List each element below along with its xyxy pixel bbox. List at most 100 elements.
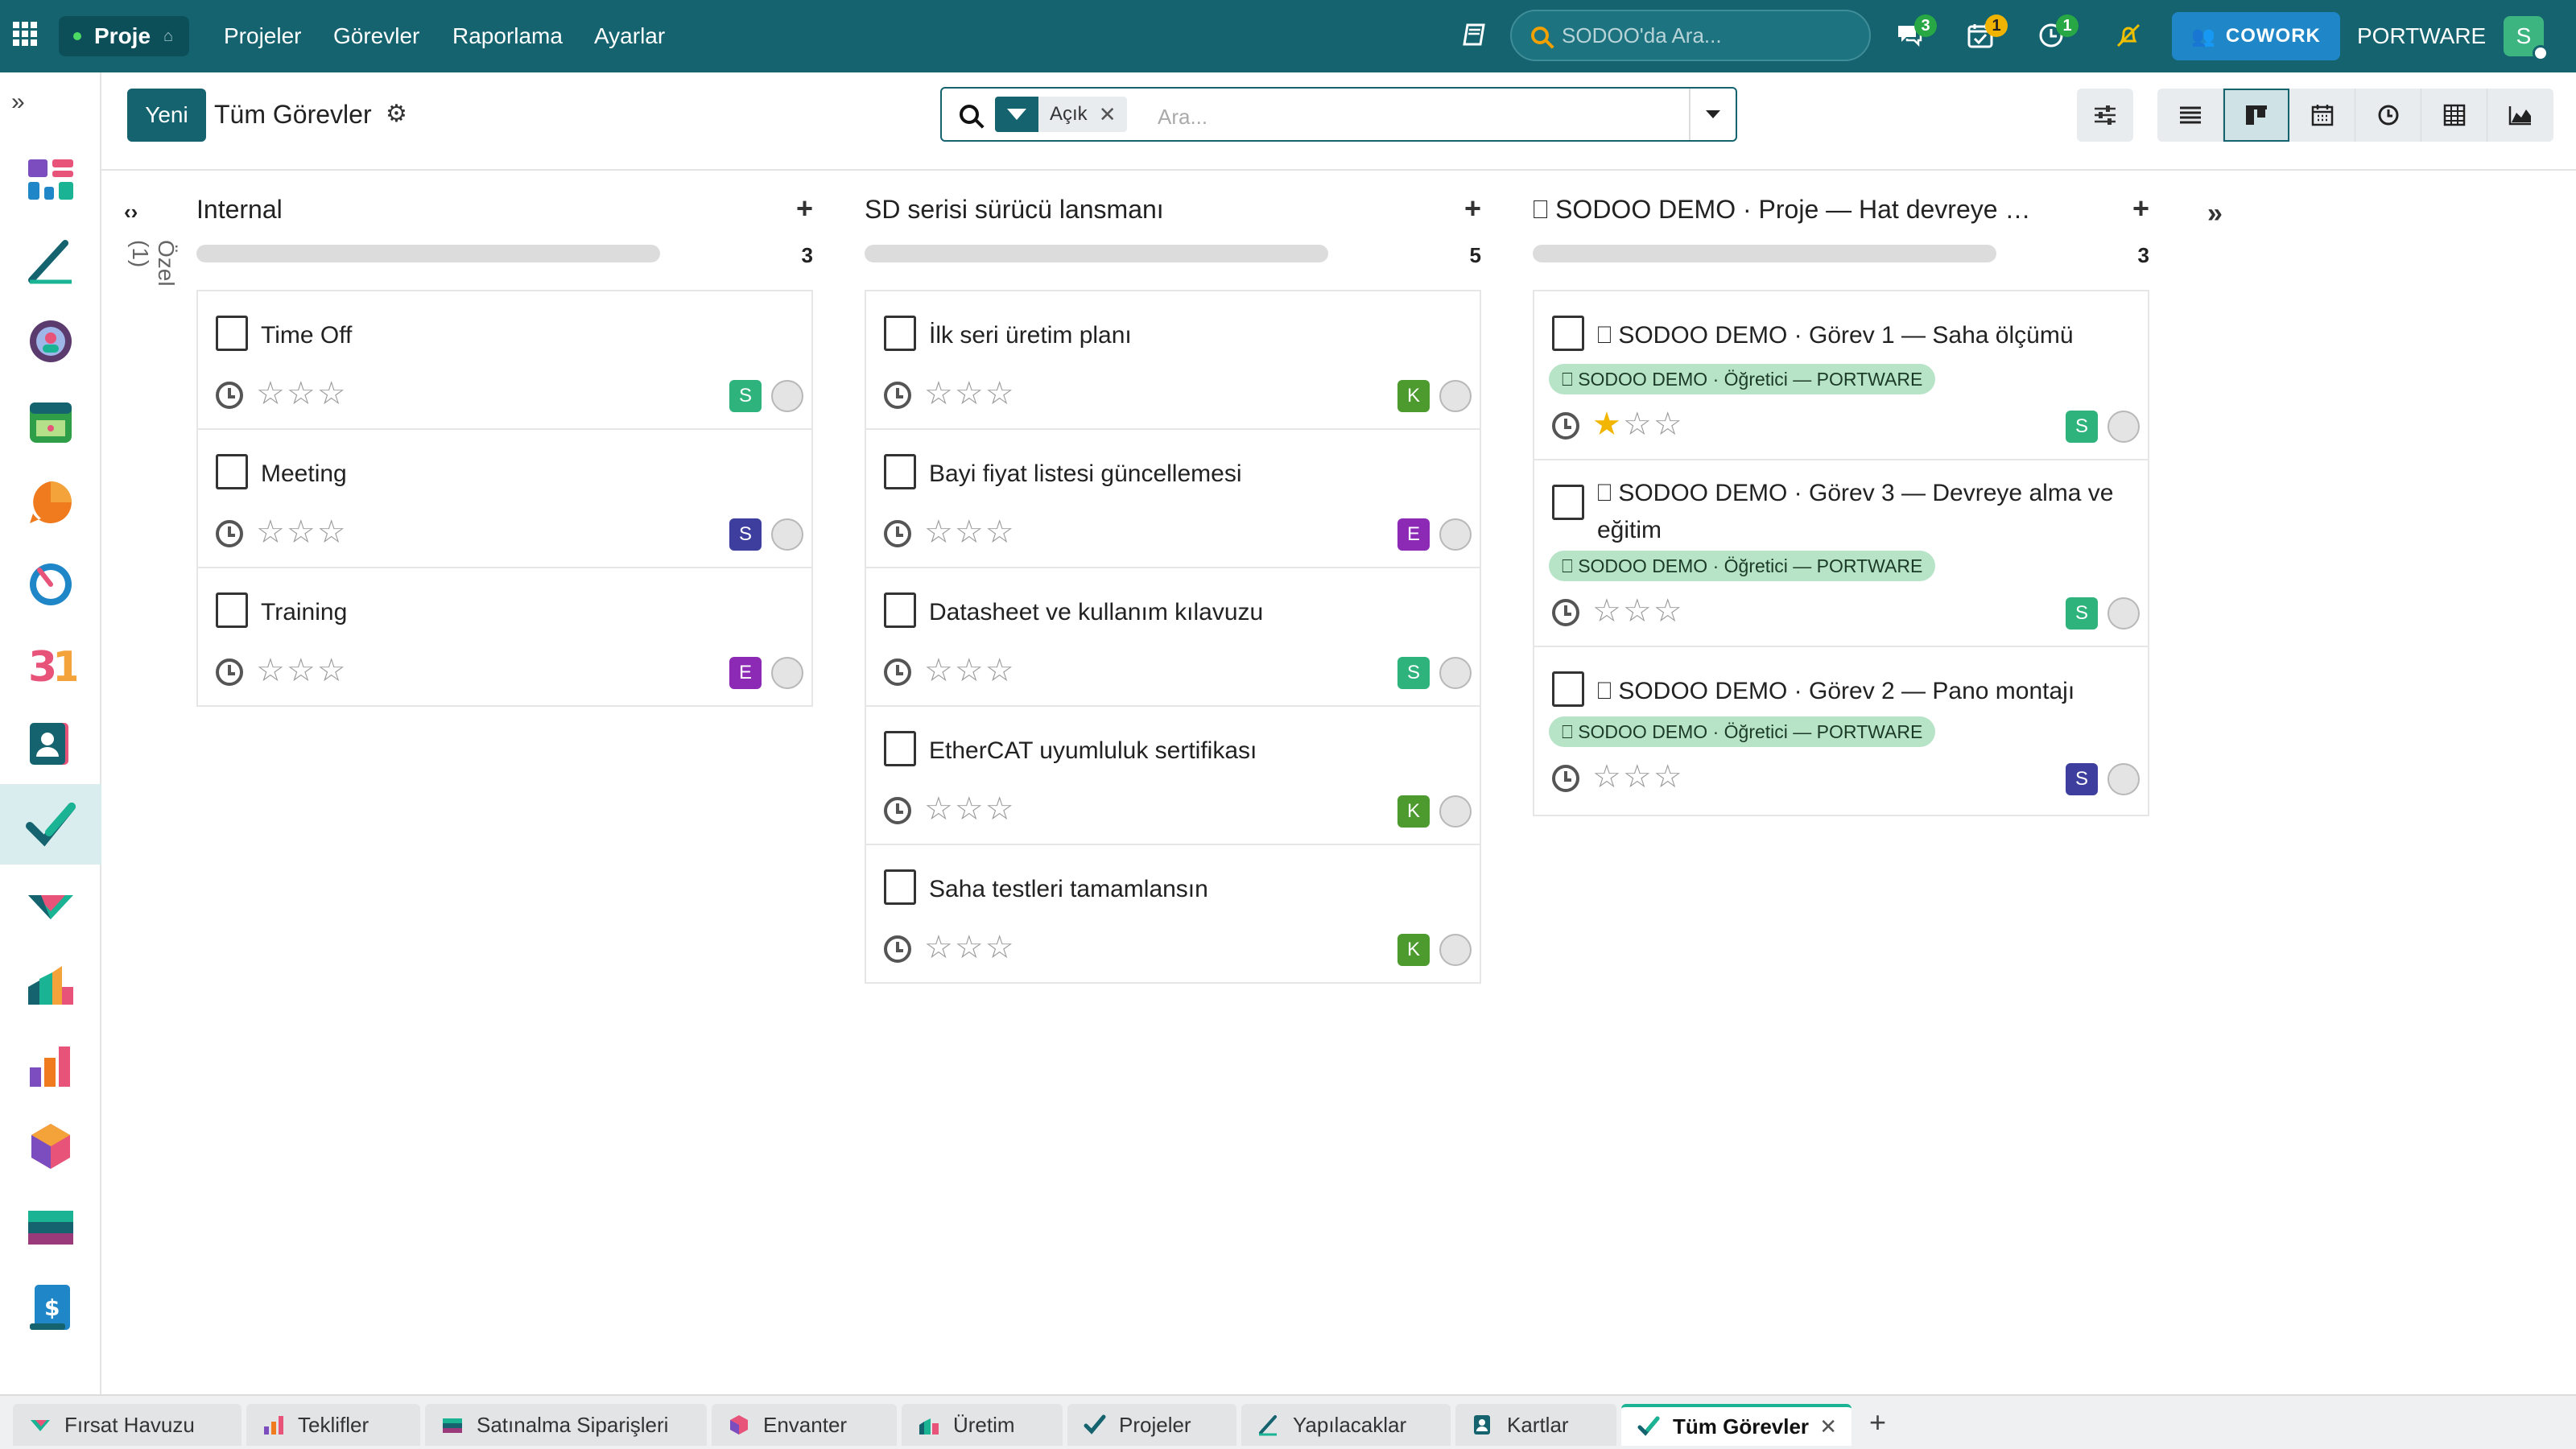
assignee-avatar[interactable]: E	[729, 657, 762, 689]
sidebar-dashboard-gauge-icon[interactable]	[0, 543, 101, 623]
notifications-muted-icon[interactable]	[2111, 18, 2146, 53]
calendar-view-button[interactable]	[2289, 89, 2355, 142]
project-tag[interactable]: ⎕ SODOO DEMO · Öğretici — PORTWARE	[1549, 716, 1936, 747]
task-checkbox[interactable]	[1552, 485, 1584, 520]
activity-clock-icon[interactable]	[216, 658, 243, 686]
priority-stars[interactable]: ★☆☆	[1592, 406, 1684, 443]
add-task-icon[interactable]: +	[796, 192, 813, 225]
settings-sliders-button[interactable]	[2077, 89, 2133, 142]
task-checkbox[interactable]	[884, 454, 916, 489]
apps-menu-icon[interactable]	[13, 22, 37, 46]
sidebar-crm-icon[interactable]	[0, 865, 101, 945]
kanban-state-dot[interactable]	[771, 380, 803, 412]
graph-view-button[interactable]	[2487, 89, 2553, 142]
fold-arrows-icon[interactable]: ‹›	[124, 200, 156, 225]
sidebar-discuss-icon[interactable]	[0, 462, 101, 543]
kanban-state-dot[interactable]	[2107, 763, 2140, 795]
activity-clock-icon[interactable]	[1552, 412, 1579, 440]
priority-stars[interactable]: ☆☆☆	[924, 375, 1016, 412]
list-view-button[interactable]	[2157, 89, 2223, 142]
kanban-state-dot[interactable]	[1439, 795, 1472, 828]
column-title[interactable]: SD serisi sürücü lansmanı	[865, 195, 1164, 225]
expand-columns-icon[interactable]: »	[2207, 198, 2223, 229]
task-card[interactable]: İlk seri üretim planı ☆☆☆ K	[866, 291, 1480, 430]
tab-envanter[interactable]: Envanter	[712, 1404, 897, 1446]
activities-calendar-icon[interactable]: 1	[1963, 14, 2008, 53]
add-task-icon[interactable]: +	[2132, 192, 2149, 225]
task-checkbox[interactable]	[884, 316, 916, 351]
close-tab-icon[interactable]: ✕	[1819, 1414, 1837, 1439]
task-card[interactable]: Datasheet ve kullanım kılavuzu ☆☆☆ S	[866, 568, 1480, 707]
sidebar-inventory-icon[interactable]	[0, 1106, 101, 1187]
task-checkbox[interactable]	[216, 454, 248, 489]
timer-icon[interactable]: 1	[2033, 14, 2079, 53]
assignee-avatar[interactable]: S	[2066, 597, 2098, 630]
cowork-button[interactable]: 👥 COWORK	[2172, 12, 2340, 60]
assignee-avatar[interactable]: K	[1397, 795, 1430, 828]
search-options-dropdown[interactable]	[1689, 89, 1736, 140]
tab-tum-gorevler[interactable]: Tüm Görevler ✕	[1621, 1404, 1852, 1446]
tab-yapilacaklar[interactable]: Yapılacaklar	[1241, 1404, 1451, 1446]
company-switcher[interactable]: PORTWARE	[2357, 0, 2486, 72]
assignee-avatar[interactable]: S	[2066, 411, 2098, 443]
project-tag[interactable]: ⎕ SODOO DEMO · Öğretici — PORTWARE	[1549, 364, 1936, 394]
task-card[interactable]: Training ☆☆☆ E	[198, 568, 811, 705]
priority-stars[interactable]: ☆☆☆	[924, 652, 1016, 689]
add-tab-icon[interactable]: +	[1869, 1406, 1886, 1439]
kanban-state-dot[interactable]	[2107, 411, 2140, 443]
pivot-view-button[interactable]	[2421, 89, 2487, 142]
priority-stars[interactable]: ☆☆☆	[256, 375, 348, 412]
menu-ayarlar[interactable]: Ayarlar	[594, 0, 665, 72]
task-card[interactable]: Meeting ☆☆☆ S	[198, 430, 811, 568]
priority-stars[interactable]: ☆☆☆	[1592, 758, 1684, 795]
search-input[interactable]: Ara...	[1158, 105, 1208, 130]
add-task-icon[interactable]: +	[1464, 192, 1481, 225]
sidebar-employees-icon[interactable]	[0, 301, 101, 382]
kanban-view-button[interactable]	[2223, 89, 2289, 142]
task-checkbox[interactable]	[884, 869, 916, 905]
sidebar-expand-icon[interactable]: »	[11, 89, 25, 116]
menu-raporlama[interactable]: Raporlama	[452, 0, 563, 72]
global-search-input[interactable]: SODOO'da Ara...	[1510, 10, 1871, 61]
task-checkbox[interactable]	[216, 316, 248, 351]
activity-clock-icon[interactable]	[884, 935, 911, 963]
kanban-state-dot[interactable]	[1439, 657, 1472, 689]
kanban-state-dot[interactable]	[771, 657, 803, 689]
activity-clock-icon[interactable]	[216, 382, 243, 409]
project-tag[interactable]: ⎕ SODOO DEMO · Öğretici — PORTWARE	[1549, 551, 1936, 581]
task-checkbox[interactable]	[216, 592, 248, 628]
activity-clock-icon[interactable]	[884, 382, 911, 409]
filter-facet[interactable]: Açık ✕	[995, 97, 1128, 132]
task-card[interactable]: EtherCAT uyumluluk sertifikası ☆☆☆ K	[866, 707, 1480, 845]
task-checkbox[interactable]	[1552, 671, 1584, 707]
current-app-button[interactable]: Proje ⌂	[59, 16, 190, 56]
priority-stars[interactable]: ☆☆☆	[1592, 592, 1684, 630]
task-card[interactable]: Saha testleri tamamlansın ☆☆☆ K	[866, 845, 1480, 982]
task-card[interactable]: Bayi fiyat listesi güncellemesi ☆☆☆ E	[866, 430, 1480, 568]
column-title[interactable]: ⎕ SODOO DEMO · Proje — Hat devreye …	[1533, 195, 2030, 225]
kanban-state-dot[interactable]	[2107, 597, 2140, 630]
gear-icon[interactable]: ⚙	[386, 100, 407, 128]
activity-view-button[interactable]	[2355, 89, 2421, 142]
priority-stars[interactable]: ☆☆☆	[924, 929, 1016, 966]
activity-clock-icon[interactable]	[216, 520, 243, 547]
activity-clock-icon[interactable]	[884, 520, 911, 547]
assignee-avatar[interactable]: K	[1397, 380, 1430, 412]
user-avatar[interactable]: S	[2504, 16, 2549, 61]
kanban-state-dot[interactable]	[1439, 518, 1472, 551]
kanban-state-dot[interactable]	[1439, 380, 1472, 412]
folded-column[interactable]: ‹› Özel (1)	[124, 200, 179, 287]
activity-clock-icon[interactable]	[1552, 599, 1579, 626]
tab-satinalma-siparisleri[interactable]: Satınalma Siparişleri	[425, 1404, 707, 1446]
kanban-state-dot[interactable]	[771, 518, 803, 551]
assignee-avatar[interactable]: E	[1397, 518, 1430, 551]
kanban-state-dot[interactable]	[1439, 934, 1472, 966]
assignee-avatar[interactable]: S	[2066, 763, 2098, 795]
sidebar-purchase-icon[interactable]	[0, 1187, 101, 1267]
sidebar-sales-icon[interactable]	[0, 1026, 101, 1106]
remove-facet-icon[interactable]: ✕	[1099, 102, 1128, 127]
task-card[interactable]: ⎕ SODOO DEMO · Görev 1 — Saha ölçümü ⎕ S…	[1534, 291, 2148, 460]
activity-clock-icon[interactable]	[1552, 765, 1579, 792]
task-card[interactable]: ⎕ SODOO DEMO · Görev 3 — Devreye alma ve…	[1534, 460, 2148, 647]
assignee-avatar[interactable]: S	[729, 518, 762, 551]
